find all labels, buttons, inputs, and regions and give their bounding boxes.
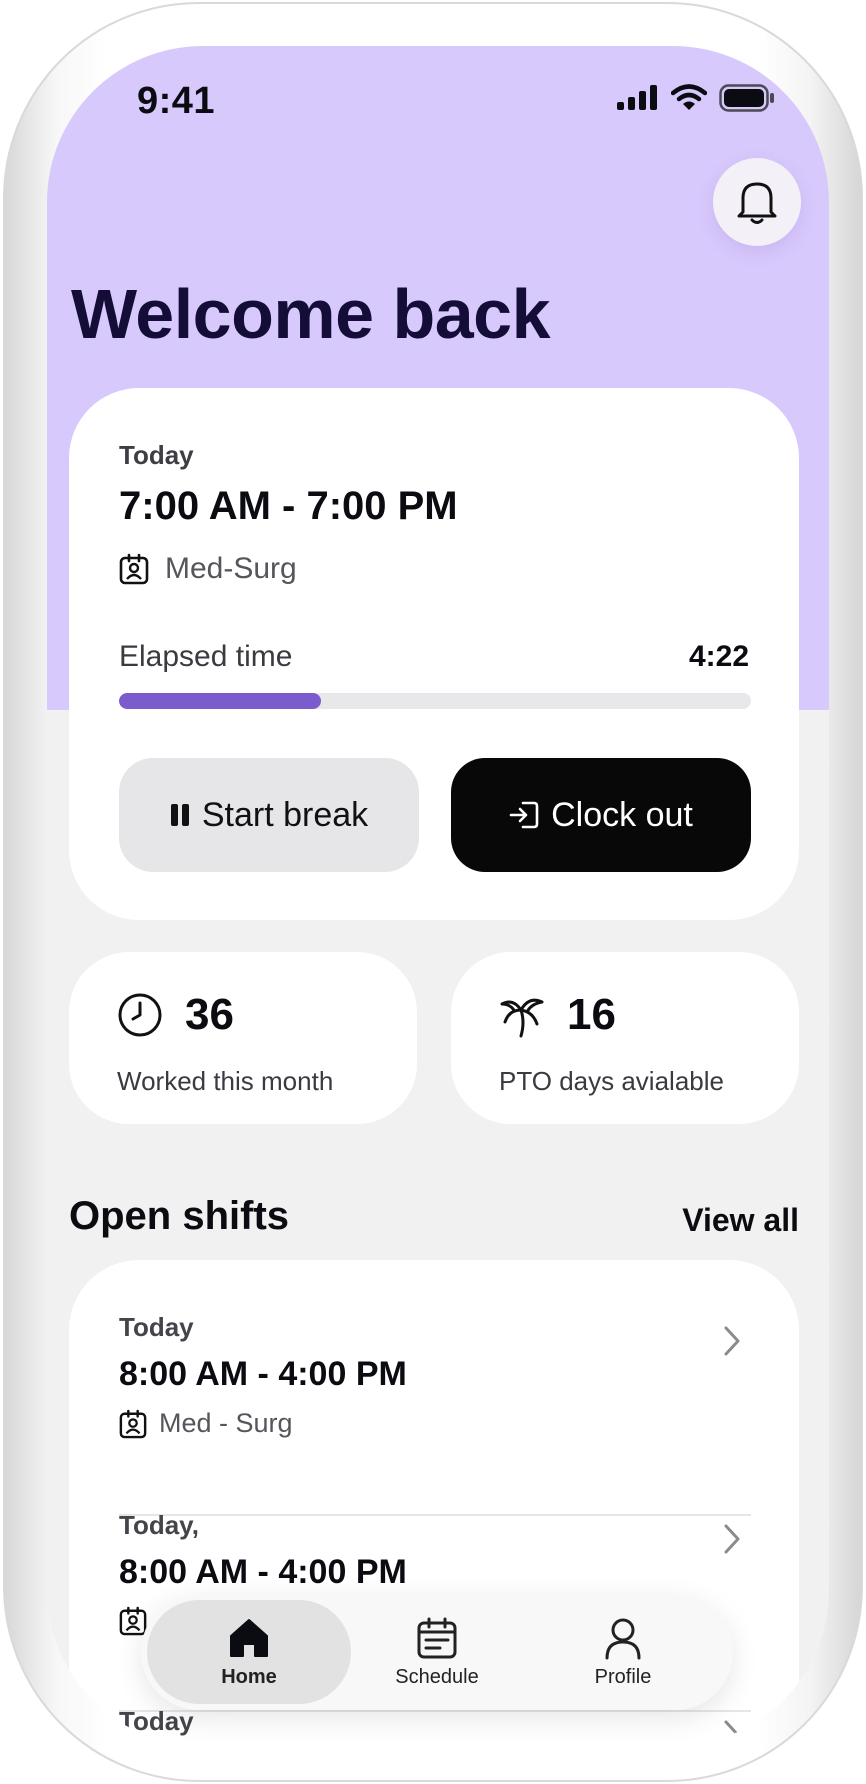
notifications-button[interactable] (713, 158, 801, 246)
bell-icon (737, 182, 777, 224)
tab-profile[interactable]: Profile (521, 1600, 725, 1704)
wifi-icon (671, 84, 707, 110)
elapsed-progress-fill (119, 693, 322, 709)
home-icon (230, 1618, 268, 1657)
current-shift-card: Today 7:00 AM - 7:00 PM Med-Surg Elapsed… (69, 388, 799, 920)
cellular-signal-icon (617, 85, 657, 110)
tab-schedule[interactable]: Schedule (335, 1600, 539, 1704)
badge-icon (119, 553, 149, 585)
open-shift-time: 8:00 AM - 4:00 PM (119, 1553, 407, 1591)
palm-tree-icon (500, 998, 544, 1038)
clock-out-label: Clock out (551, 795, 693, 834)
shift-unit: Med-Surg (119, 552, 297, 586)
open-shift-time: 8:00 AM - 4:00 PM (119, 1355, 407, 1393)
chevron-right-icon (724, 1326, 740, 1356)
tab-home[interactable]: Home (147, 1600, 351, 1704)
shift-time-range: 7:00 AM - 7:00 PM (119, 484, 458, 528)
pto-days-label: PTO days avialable (499, 1066, 724, 1096)
elapsed-progress-bar (119, 693, 751, 709)
pto-days-card: 16 PTO days avialable (451, 952, 799, 1124)
chevron-right-icon (724, 1524, 740, 1554)
badge-icon (119, 1409, 147, 1438)
shift-unit-label: Med-Surg (165, 552, 297, 585)
elapsed-value: 4:22 (688, 640, 749, 673)
status-time: 9:41 (137, 80, 216, 122)
bottom-tab-bar: Home Schedule Profile (141, 1594, 733, 1710)
open-shift-item[interactable]: Today (119, 1706, 751, 1746)
worked-hours-card: 36 Worked this month (69, 952, 417, 1124)
view-all-link[interactable]: View all (682, 1202, 799, 1239)
open-shift-day: Today, (119, 1510, 199, 1540)
pto-days-row: 16 (499, 990, 616, 1040)
open-shift-item[interactable]: Today 8:00 AM - 4:00 PM Med - Surg (119, 1312, 751, 1439)
start-break-label: Start break (201, 795, 369, 834)
sign-out-icon (509, 801, 539, 829)
tab-schedule-label: Schedule (395, 1665, 479, 1688)
clock-out-button[interactable]: Clock out (451, 758, 751, 872)
open-shift-unit: Med - Surg (119, 1408, 751, 1439)
clock-icon (118, 993, 162, 1037)
worked-hours-row: 36 (117, 990, 234, 1040)
open-shifts-title: Open shifts (69, 1194, 290, 1238)
chevron-right-icon (724, 1720, 740, 1746)
worked-hours-label: Worked this month (117, 1066, 334, 1096)
profile-icon (605, 1618, 641, 1659)
shift-day-label: Today (119, 440, 194, 470)
tab-profile-label: Profile (594, 1665, 652, 1688)
status-icons (615, 84, 775, 112)
open-shift-day: Today (119, 1312, 194, 1342)
worked-hours-value: 36 (185, 990, 234, 1039)
screen: 9:41 Welcome back Today 7:00 AM - 7:00 P… (47, 46, 829, 1746)
battery-icon (719, 84, 774, 112)
page-title: Welcome back (71, 275, 551, 353)
start-break-button[interactable]: Start break (119, 758, 419, 872)
device-frame: 9:41 Welcome back Today 7:00 AM - 7:00 P… (3, 2, 863, 1782)
open-shift-day: Today (119, 1706, 194, 1736)
tab-home-label: Home (221, 1665, 277, 1688)
pto-days-value: 16 (567, 990, 616, 1039)
open-shift-unit-label: Med - Surg (159, 1408, 293, 1438)
elapsed-label: Elapsed time (119, 640, 293, 673)
pause-icon (170, 804, 189, 826)
calendar-icon (417, 1617, 457, 1658)
badge-icon (119, 1606, 147, 1636)
